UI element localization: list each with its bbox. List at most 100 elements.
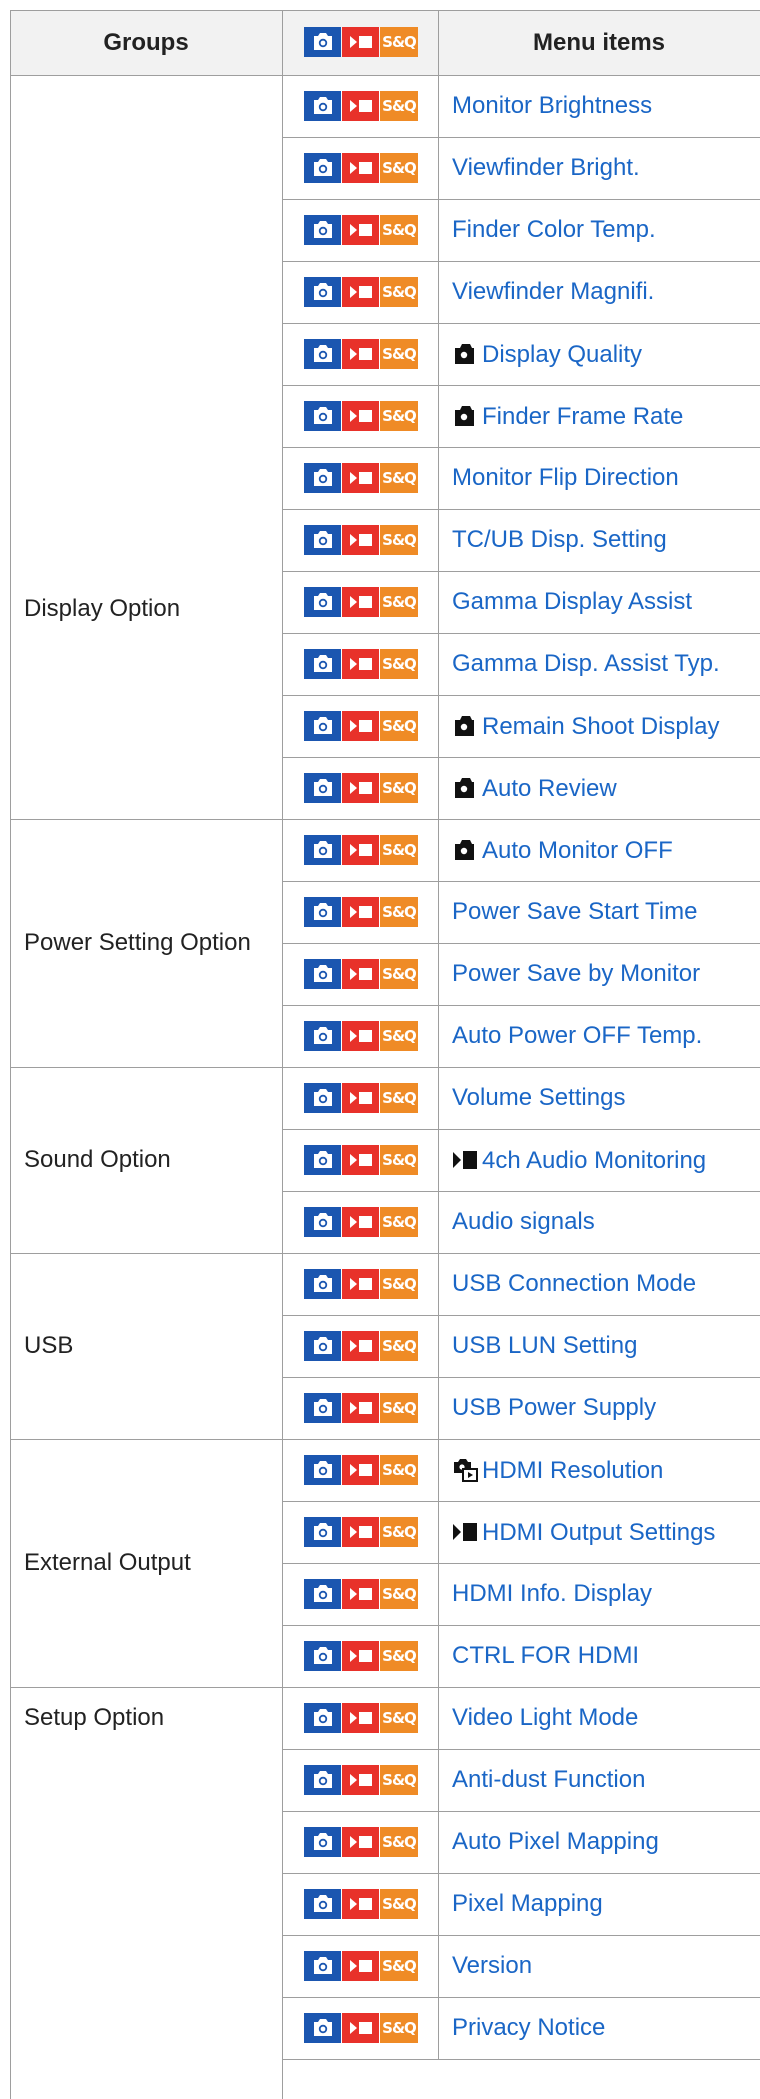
sq-icon: S&Q (380, 649, 418, 679)
menu-item-link[interactable]: HDMI Resolution (452, 1456, 663, 1489)
row-divider (282, 2059, 760, 2060)
menu-item-label[interactable]: TC/UB Disp. Setting (452, 526, 667, 553)
menu-item-label[interactable]: USB Power Supply (452, 1394, 656, 1421)
menu-item-link[interactable]: Audio signals (452, 1208, 595, 1236)
menu-item-link[interactable]: USB LUN Setting (452, 1332, 637, 1360)
menu-item-link[interactable]: USB Connection Mode (452, 1270, 696, 1298)
row-divider (282, 1563, 760, 1564)
menu-item-link[interactable]: Gamma Display Assist (452, 588, 692, 616)
menu-item-label[interactable]: Viewfinder Bright. (452, 154, 640, 181)
menu-item-link[interactable]: CTRL FOR HDMI (452, 1642, 639, 1670)
movie-icon (342, 1393, 379, 1423)
row-divider (282, 633, 760, 634)
mode-icons: S&Q (304, 835, 418, 865)
menu-item-link[interactable]: Viewfinder Bright. (452, 154, 640, 182)
menu-item-label[interactable]: Version (452, 1952, 532, 1979)
menu-item-label[interactable]: Power Save by Monitor (452, 960, 700, 987)
menu-item-link[interactable]: TC/UB Disp. Setting (452, 526, 667, 554)
menu-item-label[interactable]: USB Connection Mode (452, 1270, 696, 1297)
movie-icon (342, 153, 379, 183)
menu-item-link[interactable]: 4ch Audio Monitoring (452, 1146, 706, 1179)
camera-icon (304, 587, 341, 617)
menu-item-label[interactable]: Privacy Notice (452, 2014, 605, 2041)
menu-item-label[interactable]: Auto Monitor OFF (482, 837, 673, 864)
mode-icons: S&Q (304, 1207, 418, 1237)
menu-item-link[interactable]: Monitor Brightness (452, 92, 652, 120)
menu-item-label[interactable]: Finder Frame Rate (482, 403, 683, 430)
row-divider (282, 509, 760, 510)
menu-item-label[interactable]: HDMI Output Settings (482, 1519, 715, 1546)
menu-item-label[interactable]: Auto Power OFF Temp. (452, 1022, 702, 1049)
row-divider (282, 1377, 760, 1378)
menu-item-label[interactable]: Monitor Brightness (452, 92, 652, 119)
sq-icon: S&Q (380, 1889, 418, 1919)
menu-item-label[interactable]: Volume Settings (452, 1084, 625, 1111)
menu-item-link[interactable]: Power Save Start Time (452, 898, 697, 926)
menu-table: Groups S&Q Menu items S&Q Monitor Brightn… (0, 0, 760, 2099)
menu-item-label[interactable]: Gamma Disp. Assist Typ. (452, 650, 720, 677)
menu-item-link[interactable]: Volume Settings (452, 1084, 625, 1112)
menu-item-label[interactable]: Monitor Flip Direction (452, 464, 679, 491)
menu-item-link[interactable]: Auto Monitor OFF (452, 836, 673, 869)
mode-icons: S&Q (304, 1827, 418, 1857)
menu-item-link[interactable]: Pixel Mapping (452, 1890, 603, 1918)
menu-item-link[interactable]: HDMI Output Settings (452, 1518, 715, 1551)
menu-item-link[interactable]: Display Quality (452, 340, 642, 373)
menu-item-link[interactable]: Auto Review (452, 774, 617, 807)
menu-item-label[interactable]: Viewfinder Magnifi. (452, 278, 654, 305)
menu-item-label[interactable]: Gamma Display Assist (452, 588, 692, 615)
menu-item-label[interactable]: Finder Color Temp. (452, 216, 656, 243)
menu-item-link[interactable]: Auto Pixel Mapping (452, 1828, 659, 1856)
menu-item-link[interactable]: Power Save by Monitor (452, 960, 700, 988)
menu-item-label[interactable]: Power Save Start Time (452, 898, 697, 925)
menu-item-label[interactable]: USB LUN Setting (452, 1332, 637, 1359)
header-divider (10, 75, 760, 76)
menu-item-label[interactable]: CTRL FOR HDMI (452, 1642, 639, 1669)
movie-icon (342, 1579, 379, 1609)
menu-item-label[interactable]: Display Quality (482, 341, 642, 368)
mode-icons: S&Q (304, 525, 418, 555)
menu-item-label[interactable]: Pixel Mapping (452, 1890, 603, 1917)
menu-item-label[interactable]: Audio signals (452, 1208, 595, 1235)
menu-item-link[interactable]: Remain Shoot Display (452, 712, 719, 745)
still-camera-icon (452, 836, 478, 869)
menu-item-link[interactable]: Finder Color Temp. (452, 216, 656, 244)
menu-item-label[interactable]: Remain Shoot Display (482, 713, 719, 740)
menu-item-label[interactable]: 4ch Audio Monitoring (482, 1147, 706, 1174)
camera-icon (304, 1951, 341, 1981)
movie-icon (342, 1331, 379, 1361)
menu-item-label[interactable]: Auto Review (482, 775, 617, 802)
row-divider (282, 1315, 760, 1316)
camera-icon (304, 1765, 341, 1795)
row-divider (282, 323, 760, 324)
menu-item-label[interactable]: HDMI Info. Display (452, 1580, 652, 1607)
movie-icon (342, 959, 379, 989)
group-divider (10, 1687, 282, 1688)
group-divider (10, 1253, 282, 1254)
menu-item-label[interactable]: Auto Pixel Mapping (452, 1828, 659, 1855)
movie-icon (342, 1269, 379, 1299)
mode-icons: S&Q (304, 1517, 418, 1547)
menu-item-link[interactable]: Anti-dust Function (452, 1766, 645, 1794)
menu-item-link[interactable]: HDMI Info. Display (452, 1580, 652, 1608)
menu-item-link[interactable]: Privacy Notice (452, 2014, 605, 2042)
menu-item-link[interactable]: Version (452, 1952, 532, 1980)
menu-item-label[interactable]: Anti-dust Function (452, 1766, 645, 1793)
row-divider (282, 1005, 760, 1006)
menu-item-link[interactable]: Gamma Disp. Assist Typ. (452, 650, 720, 678)
camera-icon (304, 277, 341, 307)
menu-item-link[interactable]: Viewfinder Magnifi. (452, 278, 654, 306)
movie-icon (342, 525, 379, 555)
menu-item-label[interactable]: HDMI Resolution (482, 1457, 663, 1484)
menu-item-link[interactable]: USB Power Supply (452, 1394, 656, 1422)
mode-icons: S&Q (304, 649, 418, 679)
menu-item-label[interactable]: Video Light Mode (452, 1704, 638, 1731)
camera-icon (304, 1021, 341, 1051)
camera-icon (304, 2013, 341, 2043)
menu-item-link[interactable]: Video Light Mode (452, 1704, 638, 1732)
menu-item-link[interactable]: Monitor Flip Direction (452, 464, 679, 492)
camera-icon (304, 1269, 341, 1299)
menu-item-link[interactable]: Auto Power OFF Temp. (452, 1022, 702, 1050)
movie-icon (342, 1889, 379, 1919)
menu-item-link[interactable]: Finder Frame Rate (452, 402, 683, 435)
